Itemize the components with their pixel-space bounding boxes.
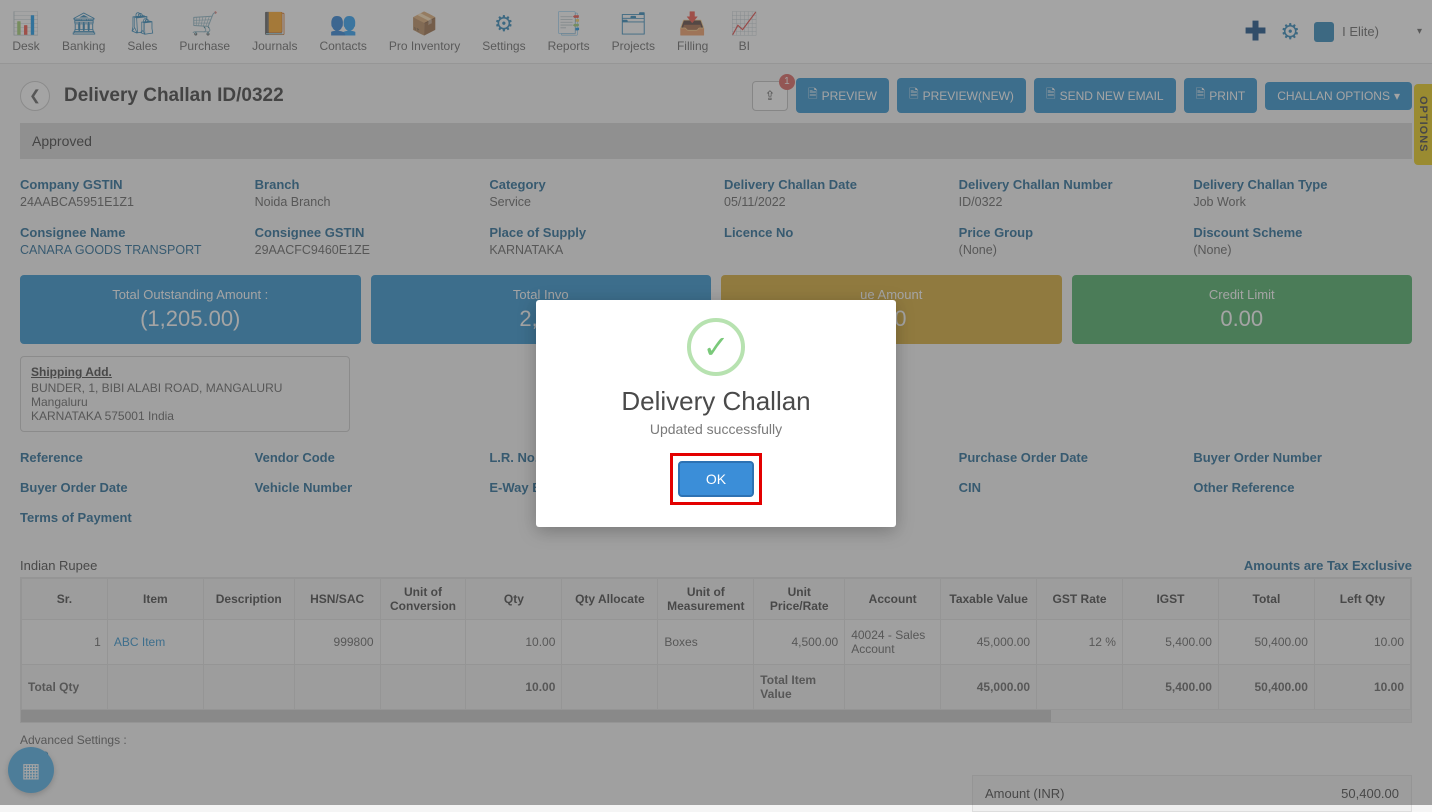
- modal-subtitle: Updated successfully: [558, 421, 874, 437]
- ok-highlight-box: OK: [670, 453, 762, 505]
- modal-overlay: ✓ Delivery Challan Updated successfully …: [0, 0, 1432, 805]
- success-modal: ✓ Delivery Challan Updated successfully …: [536, 300, 896, 527]
- ok-button[interactable]: OK: [678, 461, 754, 497]
- modal-title: Delivery Challan: [558, 386, 874, 417]
- check-circle-icon: ✓: [687, 318, 745, 376]
